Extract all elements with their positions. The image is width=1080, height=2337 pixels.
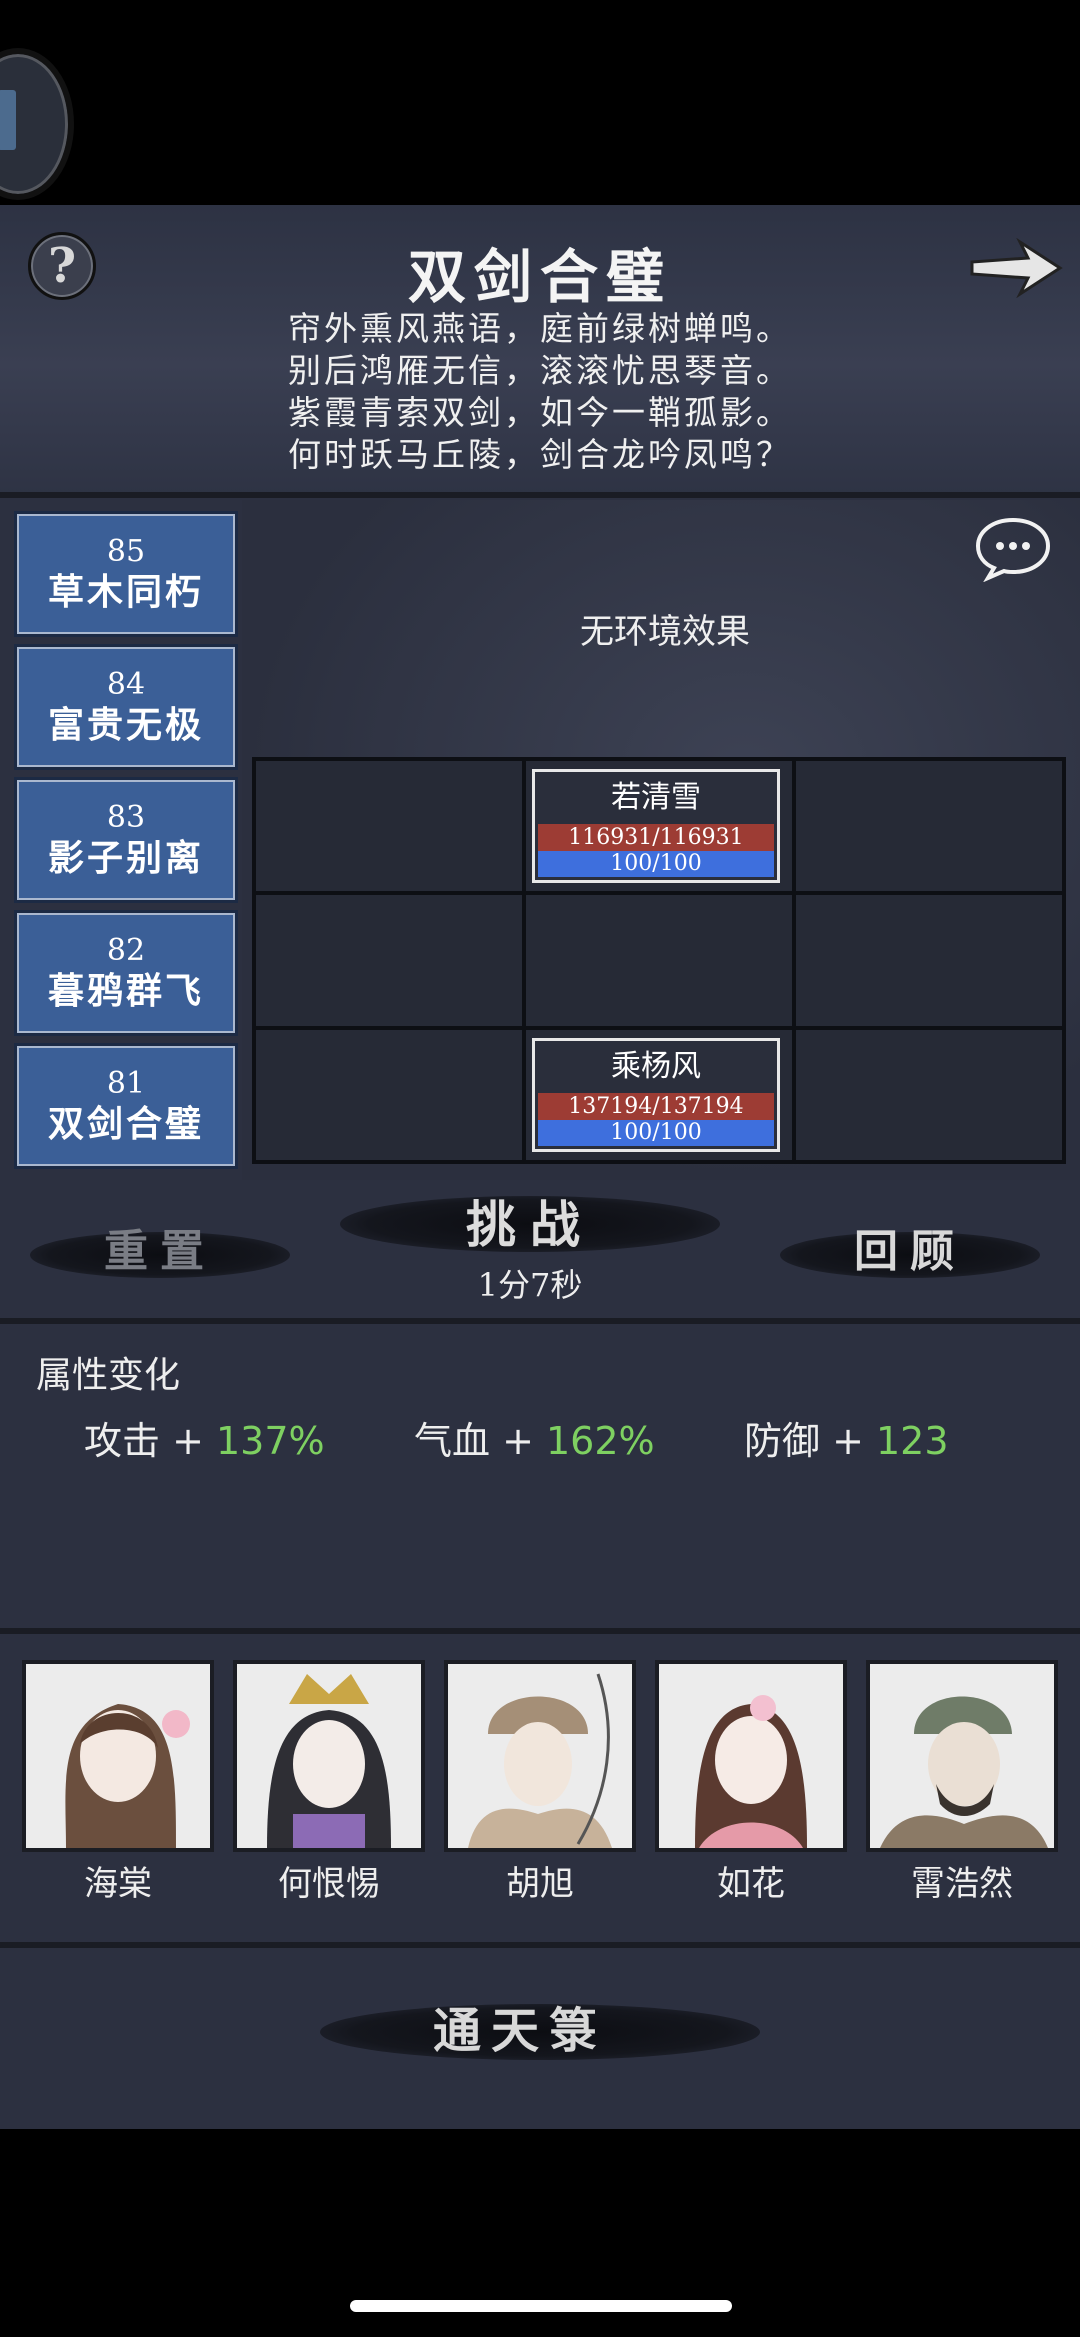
attribute-attack: 攻击 + 137% <box>84 1410 325 1465</box>
stage-name: 双剑合璧 <box>47 1103 204 1145</box>
hero-name: 海棠 <box>84 1864 152 1904</box>
enemy-unit-card[interactable]: 乘杨风 137194/137194 100/100 <box>532 1038 780 1152</box>
stage-name: 草木同朽 <box>47 571 204 613</box>
poem-line: 别后鸿雁无信，滚滚忧思琴音。 <box>288 351 792 390</box>
hero-portrait-image <box>237 1664 421 1848</box>
hero-portrait-image <box>26 1664 210 1848</box>
attribute-value: 162% <box>546 1419 655 1463</box>
unit-name: 乘杨风 <box>611 1049 701 1084</box>
hero-portrait[interactable] <box>22 1660 214 1852</box>
attribute-hp: 气血 + 162% <box>414 1410 655 1465</box>
hero-portrait[interactable] <box>233 1660 425 1852</box>
grid-cell[interactable] <box>794 759 1064 894</box>
stage-number: 84 <box>106 667 146 702</box>
hp-bar: 137194/137194 <box>538 1093 774 1120</box>
attribute-defense: 防御 + 123 <box>744 1410 949 1465</box>
attribute-change-title: 属性变化 <box>36 1355 181 1396</box>
stage-item-83[interactable]: 83 影子别离 <box>14 777 238 903</box>
grid-cell[interactable] <box>254 759 524 894</box>
hero-portrait[interactable] <box>866 1660 1058 1852</box>
status-area <box>0 0 1080 205</box>
poem-line: 帘外熏风燕语，庭前绿树蝉鸣。 <box>288 309 792 348</box>
hero-portrait[interactable] <box>444 1660 636 1852</box>
hero-name: 如花 <box>717 1864 785 1904</box>
grid-cell[interactable] <box>254 1027 524 1162</box>
divider <box>0 1318 1080 1324</box>
hero-portrait[interactable] <box>655 1660 847 1852</box>
stage-title: 双剑合璧 <box>407 243 672 311</box>
stage-number: 82 <box>106 933 146 968</box>
enemy-unit-card[interactable]: 若清雪 116931/116931 100/100 <box>532 769 780 883</box>
environment-effect: 无环境效果 <box>580 612 750 652</box>
tongtian-button[interactable]: 通天箓 <box>300 1996 740 2066</box>
mp-bar: 100/100 <box>538 1120 774 1146</box>
hp-bar: 116931/116931 <box>538 824 774 851</box>
poem-line: 何时跃马丘陵，剑合龙吟凤鸣？ <box>288 435 792 474</box>
attribute-label: 攻击 + <box>84 1419 216 1463</box>
challenge-timer: 1分7秒 <box>477 1266 583 1304</box>
stage-item-81[interactable]: 81 双剑合璧 <box>14 1043 238 1169</box>
stage-item-85[interactable]: 85 草木同朽 <box>14 511 238 637</box>
stage-name: 富贵无极 <box>47 704 204 746</box>
divider <box>0 492 1080 498</box>
grid-cell[interactable] <box>794 893 1064 1028</box>
hero-name: 何恨惕 <box>278 1864 380 1904</box>
grid-cell[interactable] <box>524 893 794 1028</box>
stage-number: 83 <box>106 800 146 835</box>
reset-button[interactable]: 重置 <box>40 1222 280 1282</box>
stage-name: 影子别离 <box>47 837 204 879</box>
challenge-button[interactable]: 挑战 <box>360 1190 700 1260</box>
chat-bubble-icon[interactable] <box>974 516 1052 582</box>
stage-item-84[interactable]: 84 富贵无极 <box>14 644 238 770</box>
unit-name: 若清雪 <box>611 780 701 815</box>
stage-name: 暮鸦群飞 <box>47 970 204 1012</box>
attribute-label: 气血 + <box>414 1419 546 1463</box>
hero-name: 霄浩然 <box>911 1864 1013 1904</box>
poem-line: 紫霞青索双剑，如今一鞘孤影。 <box>288 393 792 432</box>
grid-cell[interactable] <box>254 893 524 1028</box>
mp-bar: 100/100 <box>538 851 774 877</box>
attribute-value: 123 <box>876 1419 949 1463</box>
hero-portrait-image <box>448 1664 632 1848</box>
hero-portrait-image <box>870 1664 1054 1848</box>
attribute-label: 防御 + <box>744 1419 876 1463</box>
grid-cell[interactable] <box>794 1027 1064 1162</box>
attribute-value: 137% <box>216 1419 325 1463</box>
stage-number: 81 <box>106 1066 146 1101</box>
stage-poem: 帘外熏风燕语，庭前绿树蝉鸣。 别后鸿雁无信，滚滚忧思琴音。 紫霞青索双剑，如今一… <box>0 308 1080 476</box>
review-button[interactable]: 回顾 <box>790 1222 1030 1282</box>
stage-item-82[interactable]: 82 暮鸦群飞 <box>14 910 238 1036</box>
home-indicator[interactable] <box>350 2300 732 2312</box>
hero-name: 胡旭 <box>506 1864 574 1904</box>
hero-portrait-image <box>659 1664 843 1848</box>
stage-number: 85 <box>106 534 146 569</box>
divider <box>0 1942 1080 1948</box>
